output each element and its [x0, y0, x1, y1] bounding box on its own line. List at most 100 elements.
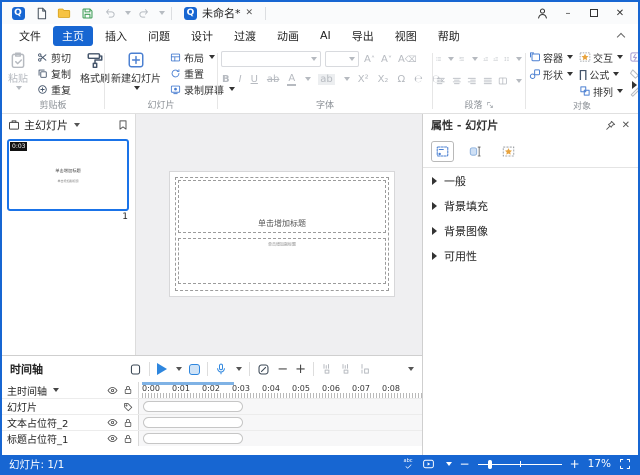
font-color-dropdown-icon[interactable] — [305, 77, 311, 81]
paragraph-dialog-launcher-icon[interactable] — [486, 101, 494, 109]
properties-close-icon[interactable]: ✕ — [622, 120, 630, 131]
preview-play-icon[interactable] — [421, 458, 436, 470]
minimize-button[interactable]: – — [556, 4, 580, 22]
timeline-row-text-placeholder[interactable]: 文本占位符_2 — [2, 415, 139, 430]
main-timeline-dropdown-icon[interactable] — [53, 388, 59, 392]
zoom-level[interactable]: 17% — [588, 458, 611, 470]
menu-design[interactable]: 设计 — [182, 26, 222, 46]
decrease-indent-icon[interactable] — [483, 53, 488, 65]
redo-icon[interactable] — [134, 4, 154, 22]
account-icon[interactable] — [530, 4, 554, 22]
timeline-zoom-out-icon[interactable]: − — [277, 362, 288, 377]
stop-icon[interactable] — [189, 364, 200, 375]
menu-file[interactable]: 文件 — [10, 26, 50, 46]
section-general[interactable]: 一般 — [423, 168, 638, 193]
line-spacing-icon[interactable] — [504, 53, 509, 65]
zoom-in-icon[interactable]: + — [570, 457, 580, 471]
timeline-track-text[interactable] — [139, 415, 422, 430]
shape-button[interactable]: 形状 — [529, 67, 573, 82]
fit-to-window-icon[interactable] — [619, 458, 631, 470]
timeline-row-title-placeholder[interactable]: 标题占位符_1 — [2, 431, 139, 446]
numbered-list-icon[interactable] — [459, 53, 464, 65]
timeline-row-main[interactable]: 主时间轴 — [2, 382, 139, 398]
font-color-button[interactable]: A — [287, 73, 296, 86]
timeline-more-dropdown-icon[interactable] — [408, 367, 414, 371]
zoom-slider[interactable] — [478, 459, 562, 469]
copy-button[interactable]: 复制 — [35, 65, 73, 81]
preview-dropdown-icon[interactable] — [446, 462, 452, 466]
timeline-track-title[interactable] — [139, 431, 422, 446]
timeline-row-slide[interactable]: 幻灯片 — [2, 399, 139, 414]
underline-button[interactable]: U — [250, 74, 259, 85]
subtitle-placeholder[interactable]: 单击增加副标题 — [178, 238, 386, 284]
bold-button[interactable]: B — [221, 74, 231, 85]
menu-view[interactable]: 视图 — [386, 26, 426, 46]
columns-icon[interactable] — [498, 75, 508, 87]
paste-animation-icon[interactable] — [321, 363, 333, 375]
justify-icon[interactable] — [483, 75, 493, 87]
section-accessibility[interactable]: 可用性 — [423, 243, 638, 268]
menu-export[interactable]: 导出 — [343, 26, 383, 46]
animation-options-icon[interactable] — [359, 363, 371, 375]
new-file-icon[interactable] — [31, 4, 51, 22]
tab-slide-properties[interactable] — [431, 141, 454, 162]
ribbon-collapse-icon[interactable] — [617, 33, 625, 41]
char-spacing-icon[interactable]: ℮ — [413, 74, 424, 85]
new-slide-button[interactable]: 新建幻灯片 — [108, 49, 164, 92]
duplicate-button[interactable]: 重复 — [35, 81, 73, 97]
visibility-eye-icon[interactable] — [107, 433, 118, 444]
symbol-button[interactable]: Ω — [396, 74, 406, 85]
open-folder-icon[interactable] — [54, 4, 74, 22]
undo-dropdown-icon[interactable] — [125, 11, 131, 15]
section-background-image[interactable]: 背景图像 — [423, 218, 638, 243]
lock-icon[interactable] — [123, 434, 133, 444]
align-right-icon[interactable] — [467, 75, 477, 87]
slides-panel-title[interactable]: 主幻灯片 — [24, 117, 68, 133]
menu-home[interactable]: 主页 — [53, 26, 93, 46]
increase-indent-icon[interactable] — [493, 53, 498, 65]
ribbon-overflow-icon[interactable] — [632, 81, 637, 89]
visibility-eye-icon[interactable] — [107, 417, 118, 428]
duration-bar[interactable] — [143, 401, 243, 412]
fill-button[interactable]: 填 — [629, 67, 640, 82]
maximize-button[interactable] — [582, 4, 606, 22]
microphone-dropdown-icon[interactable] — [236, 367, 242, 371]
highlight-color-button[interactable]: ab — [318, 74, 334, 85]
lock-icon[interactable] — [123, 418, 133, 428]
italic-button[interactable]: I — [238, 74, 243, 85]
slide-thumbnail[interactable]: 0:03 单击增加标题 单击增加副标题 — [7, 139, 129, 211]
microphone-icon[interactable] — [215, 363, 227, 375]
arrange-button[interactable]: 排列 — [579, 84, 623, 99]
menu-question[interactable]: 问题 — [139, 26, 179, 46]
bookmark-icon[interactable] — [117, 119, 129, 131]
bullet-list-icon[interactable] — [436, 53, 441, 65]
spellcheck-icon[interactable]: abc — [404, 459, 413, 470]
save-icon[interactable] — [77, 4, 97, 22]
clear-format-icon[interactable]: A⌫ — [397, 54, 418, 65]
slide-canvas[interactable]: 单击增加标题 单击增加副标题 — [136, 114, 422, 355]
close-button[interactable]: ✕ — [608, 4, 632, 22]
align-left-icon[interactable] — [436, 75, 446, 87]
interaction-button[interactable]: 交互 — [579, 50, 623, 65]
align-center-icon[interactable] — [452, 75, 462, 87]
subscript-button[interactable]: X₂ — [377, 74, 390, 85]
tab-close-icon[interactable]: ✕ — [246, 8, 254, 18]
duration-bar[interactable] — [143, 417, 243, 428]
slide[interactable]: 单击增加标题 单击增加副标题 — [170, 172, 394, 296]
menu-insert[interactable]: 插入 — [96, 26, 136, 46]
lock-icon[interactable] — [123, 385, 133, 395]
shrink-font-icon[interactable]: A˅ — [380, 54, 393, 65]
slides-panel-dropdown-icon[interactable] — [74, 123, 80, 127]
redo-dropdown-icon[interactable] — [159, 11, 165, 15]
strikethrough-button[interactable]: ab — [266, 74, 280, 85]
preview-frame-icon[interactable] — [129, 363, 142, 376]
pin-icon[interactable] — [605, 120, 616, 131]
grow-font-icon[interactable]: A˄ — [363, 54, 376, 65]
cut-button[interactable]: 剪切 — [35, 49, 73, 65]
menu-ai[interactable]: AI — [311, 27, 340, 44]
quick-style-button[interactable]: 快 — [629, 50, 640, 65]
menu-help[interactable]: 帮助 — [429, 26, 469, 46]
font-size-combobox[interactable] — [325, 51, 359, 67]
superscript-button[interactable]: X² — [357, 74, 370, 85]
copy-animation-icon[interactable] — [340, 363, 352, 375]
